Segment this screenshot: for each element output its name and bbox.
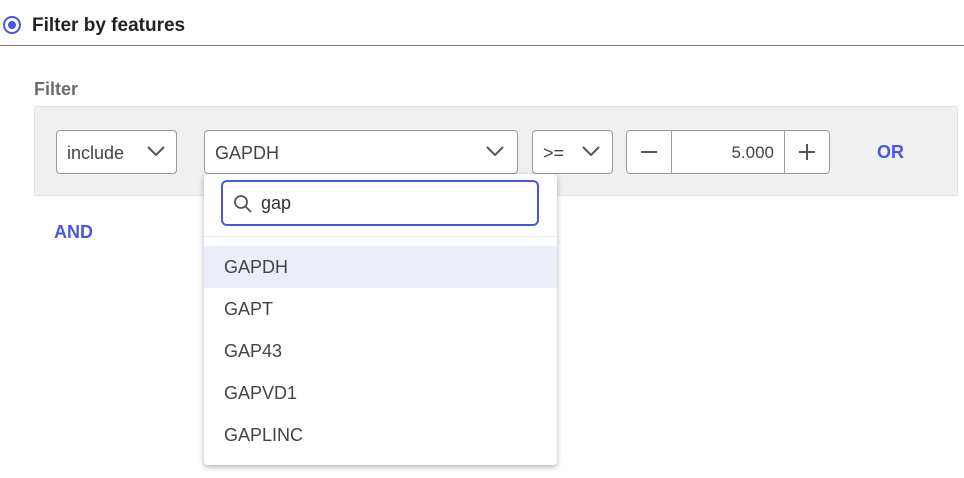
dropdown-search[interactable]	[221, 180, 539, 226]
threshold-value[interactable]: 5.000	[671, 143, 785, 163]
radio-selected-icon[interactable]	[3, 16, 21, 34]
increment-button[interactable]	[784, 131, 829, 173]
feature-dropdown: GAPDH GAPT GAP43 GAPVD1 GAPLINC	[204, 174, 557, 465]
feature-select[interactable]: GAPDH	[204, 130, 518, 174]
chevron-down-icon	[147, 145, 165, 157]
include-select[interactable]: include	[56, 130, 177, 174]
chevron-down-icon	[582, 145, 600, 157]
plus-icon	[799, 144, 815, 160]
section-header: Filter by features	[0, 0, 964, 46]
filter-label: Filter	[34, 79, 79, 99]
search-input[interactable]	[261, 192, 521, 214]
include-select-value: include	[67, 143, 125, 163]
option-list: GAPDH GAPT GAP43 GAPVD1 GAPLINC	[204, 246, 557, 456]
dropdown-divider	[204, 236, 557, 237]
option-gap43[interactable]: GAP43	[204, 330, 557, 372]
minus-icon	[641, 151, 657, 153]
search-icon	[234, 195, 252, 213]
option-gapvd1[interactable]: GAPVD1	[204, 372, 557, 414]
chevron-down-icon	[486, 145, 504, 157]
operator-select-value: >=	[543, 143, 565, 163]
option-gapdh[interactable]: GAPDH	[204, 246, 557, 288]
and-button[interactable]: AND	[54, 222, 93, 243]
section-title: Filter by features	[32, 15, 186, 36]
decrement-button[interactable]	[627, 131, 672, 173]
option-gaplinc[interactable]: GAPLINC	[204, 414, 557, 456]
threshold-stepper[interactable]: 5.000	[626, 130, 830, 174]
option-gapt[interactable]: GAPT	[204, 288, 557, 330]
operator-select[interactable]: >=	[532, 130, 613, 174]
or-button[interactable]: OR	[877, 142, 904, 163]
feature-select-value: GAPDH	[215, 143, 280, 163]
